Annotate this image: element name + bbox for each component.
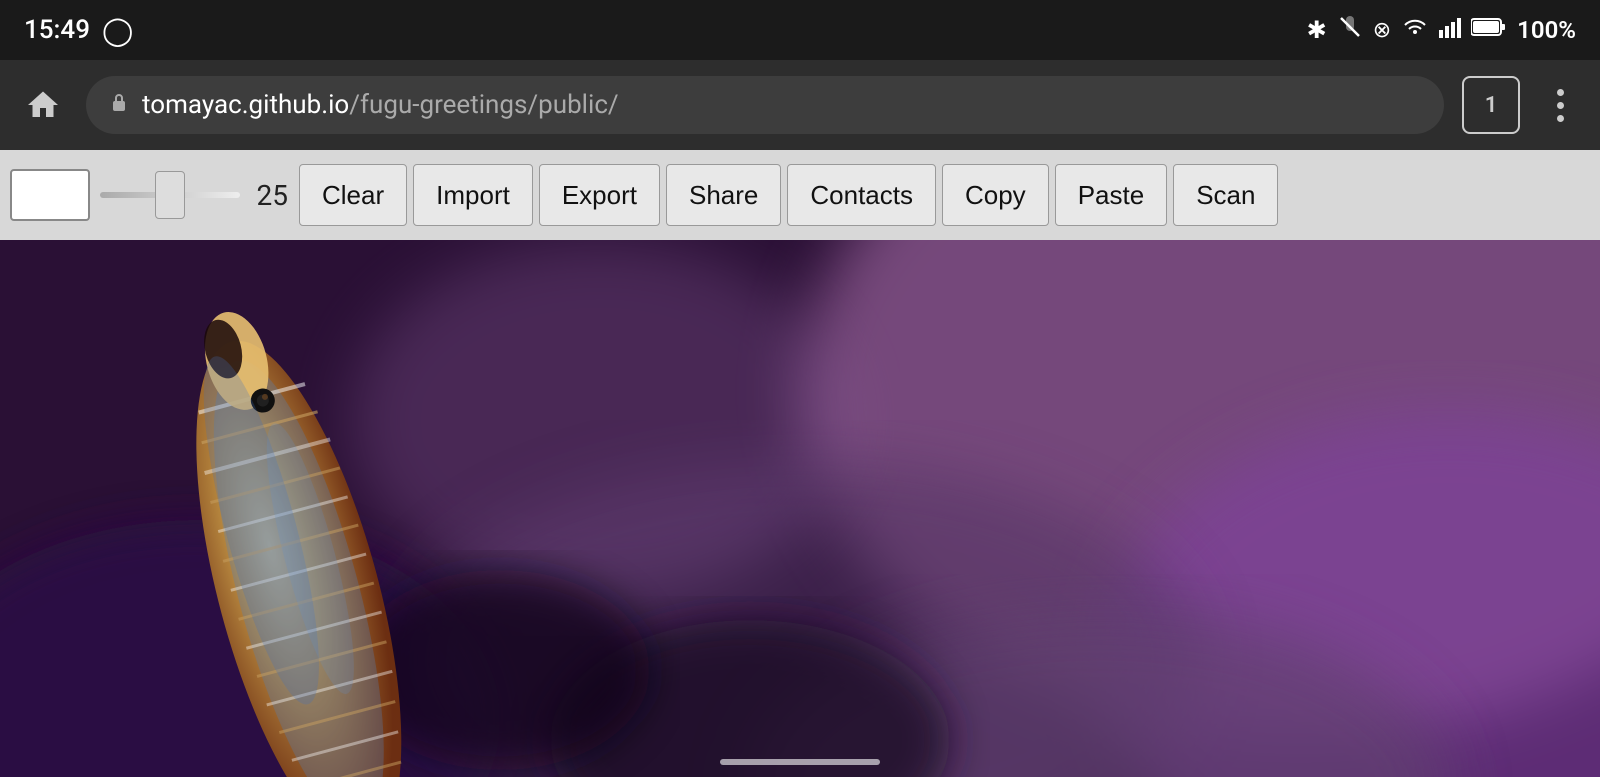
address-bar[interactable]: tomayac.github.io/fugu-greetings/public/ bbox=[86, 76, 1444, 134]
address-text: tomayac.github.io/fugu-greetings/public/ bbox=[142, 90, 619, 120]
address-path: /fugu-greetings/public/ bbox=[349, 90, 618, 120]
color-swatch[interactable] bbox=[10, 169, 90, 221]
dnd-icon: ⊗ bbox=[1373, 18, 1391, 43]
status-bar-right: ✱ ⊗ bbox=[1307, 14, 1576, 46]
tab-count: 1 bbox=[1485, 93, 1498, 118]
fish-image bbox=[0, 240, 1600, 777]
share-button[interactable]: Share bbox=[666, 164, 781, 226]
menu-button[interactable] bbox=[1538, 83, 1582, 127]
address-bar-row: tomayac.github.io/fugu-greetings/public/… bbox=[0, 60, 1600, 150]
wifi-icon bbox=[1401, 16, 1429, 44]
signal-icon bbox=[1439, 16, 1461, 44]
browser-icon: ◯ bbox=[102, 14, 133, 47]
home-button[interactable] bbox=[18, 80, 68, 130]
toolbar: 25 Clear Import Export Share Contacts Co… bbox=[0, 150, 1600, 240]
clear-button[interactable]: Clear bbox=[299, 164, 407, 226]
lock-icon bbox=[108, 91, 130, 119]
nav-bar bbox=[0, 747, 1600, 777]
import-button[interactable]: Import bbox=[413, 164, 533, 226]
mute-icon bbox=[1337, 14, 1363, 46]
status-bar-left: 15:49 ◯ bbox=[24, 14, 133, 47]
contacts-button[interactable]: Contacts bbox=[787, 164, 936, 226]
battery-icon bbox=[1471, 16, 1507, 44]
menu-dot-2 bbox=[1557, 102, 1564, 109]
canvas-area[interactable] bbox=[0, 240, 1600, 777]
bluetooth-icon: ✱ bbox=[1307, 16, 1327, 44]
nav-indicator bbox=[720, 759, 880, 765]
menu-dot-1 bbox=[1557, 89, 1564, 96]
canvas-background bbox=[0, 240, 1600, 777]
status-bar: 15:49 ◯ ✱ ⊗ bbox=[0, 0, 1600, 60]
tab-count-button[interactable]: 1 bbox=[1462, 76, 1520, 134]
slider-value: 25 bbox=[248, 179, 288, 212]
menu-dot-3 bbox=[1557, 115, 1564, 122]
paste-button[interactable]: Paste bbox=[1055, 164, 1168, 226]
battery-percent: 100% bbox=[1517, 16, 1576, 44]
brush-size-slider-container: 25 bbox=[100, 179, 288, 212]
scan-button[interactable]: Scan bbox=[1173, 164, 1278, 226]
slider-track[interactable] bbox=[100, 192, 240, 198]
export-button[interactable]: Export bbox=[539, 164, 660, 226]
slider-thumb[interactable] bbox=[155, 171, 185, 219]
address-domain: tomayac.github.io bbox=[142, 90, 349, 120]
time-display: 15:49 bbox=[24, 15, 90, 45]
copy-button[interactable]: Copy bbox=[942, 164, 1049, 226]
